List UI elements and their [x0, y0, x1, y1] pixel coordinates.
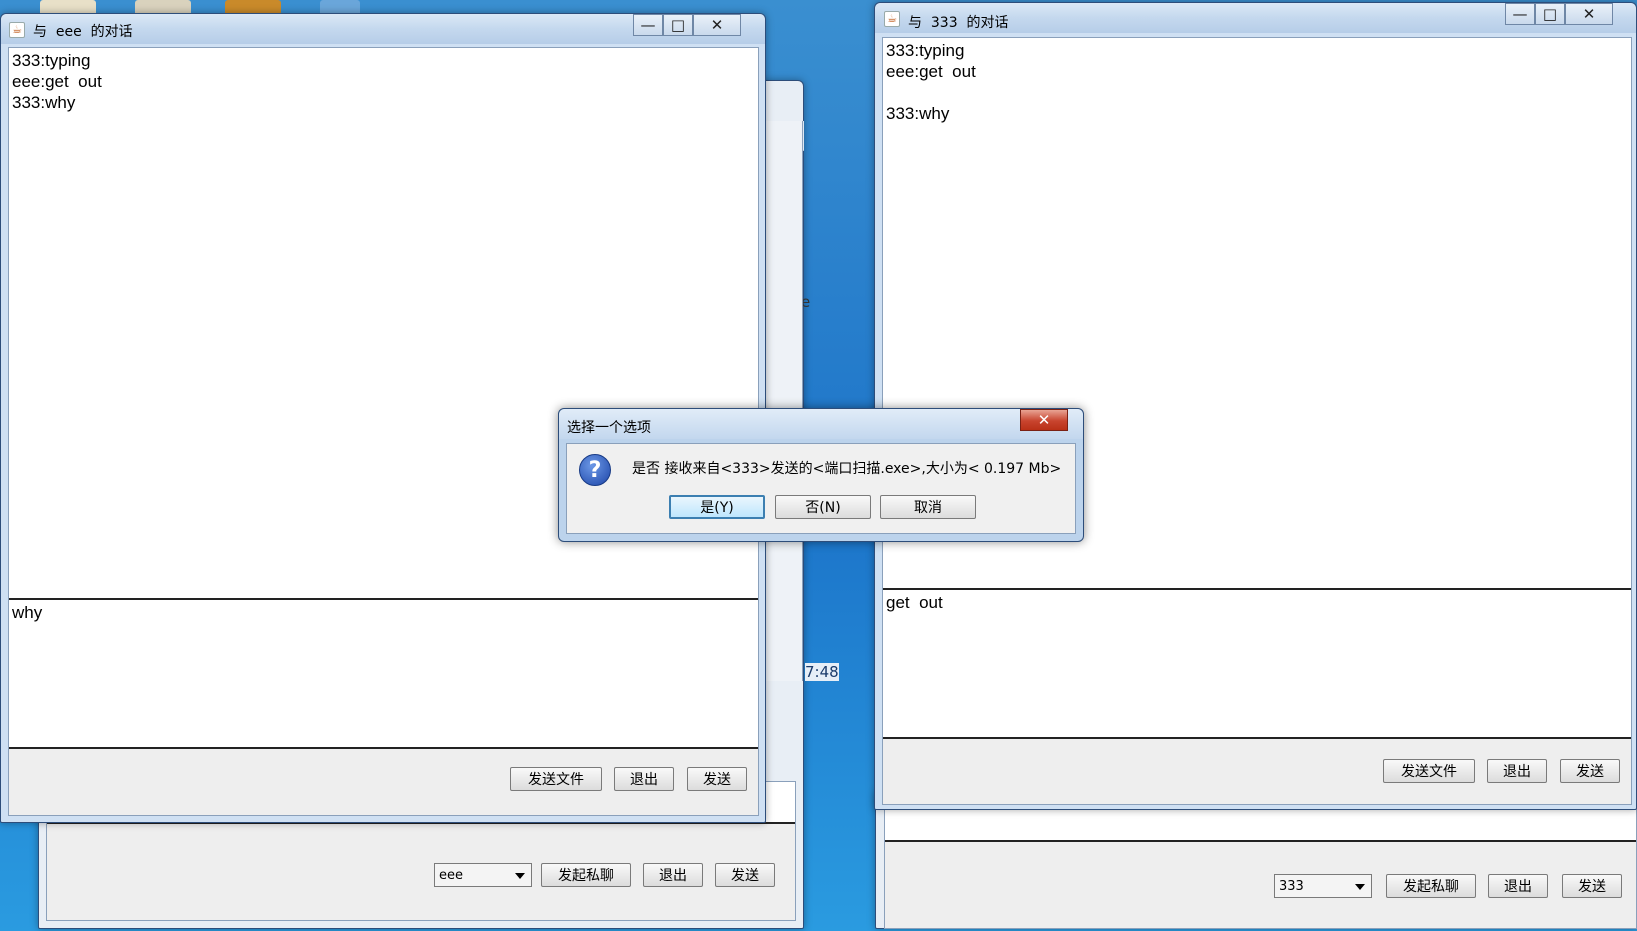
minimize-button[interactable]: —	[1505, 3, 1535, 25]
titlebar[interactable]: ☕ 与 eee 的对话 — □ ✕	[1, 14, 765, 44]
close-button[interactable]: ✕	[1565, 3, 1613, 25]
send-button[interactable]: 发送	[715, 863, 775, 887]
chevron-down-icon	[1355, 884, 1365, 890]
send-button-right[interactable]: 发送	[1562, 874, 1622, 898]
exit-button-right[interactable]: 退出	[1488, 874, 1548, 898]
message-input[interactable]: why	[9, 600, 758, 747]
user-select-dropdown-right[interactable]: 333	[1274, 874, 1372, 898]
exit-button[interactable]: 退出	[643, 863, 703, 887]
right-main-window: 333 发起私聊 退出 发送	[875, 790, 1637, 929]
maximize-button[interactable]: □	[1535, 3, 1565, 25]
send-button[interactable]: 发送	[1560, 759, 1620, 783]
java-app-icon: ☕	[9, 22, 25, 38]
chat-window-333: ☕ 与 333 的对话 — □ ✕ 333:typing eee:get out…	[874, 2, 1637, 810]
user-select-dropdown[interactable]: eee	[434, 863, 532, 887]
chevron-down-icon	[515, 873, 525, 879]
close-button[interactable]: ✕	[693, 14, 741, 36]
right-main-separator	[885, 840, 1636, 842]
dialog-titlebar[interactable]: 选择一个选项 ✕	[559, 409, 1083, 439]
send-file-button[interactable]: 发送文件	[510, 767, 602, 791]
yes-button[interactable]: 是(Y)	[669, 495, 765, 519]
message-input[interactable]: get out	[883, 590, 1631, 737]
window-title: 与 eee 的对话	[33, 24, 133, 40]
left-main-time-fragment: 7:48	[805, 663, 839, 681]
send-button[interactable]: 发送	[687, 767, 747, 791]
private-chat-button-right[interactable]: 发起私聊	[1386, 874, 1476, 898]
titlebar[interactable]: ☕ 与 333 的对话 — □ ✕	[875, 3, 1636, 33]
dialog-window-controls: ✕	[1020, 409, 1068, 431]
no-button[interactable]: 否(N)	[775, 495, 871, 519]
send-file-button[interactable]: 发送文件	[1383, 759, 1475, 783]
user-select-value-right: 333	[1279, 879, 1304, 894]
question-icon: ?	[579, 454, 611, 486]
window-controls: — □ ✕	[1505, 3, 1613, 25]
exit-button[interactable]: 退出	[1487, 759, 1547, 783]
dialog-title: 选择一个选项	[567, 420, 651, 436]
dialog-message: 是否 接收来自<333>发送的<端口扫描.exe>,大小为< 0.197 Mb>	[632, 461, 1062, 477]
private-chat-button[interactable]: 发起私聊	[541, 863, 631, 887]
window-controls: — □ ✕	[633, 14, 741, 36]
user-select-value: eee	[439, 868, 463, 883]
file-receive-dialog: 选择一个选项 ✕ ? 是否 接收来自<333>发送的<端口扫描.exe>,大小为…	[558, 408, 1084, 542]
window-title: 与 333 的对话	[908, 15, 1009, 31]
dialog-client: ? 是否 接收来自<333>发送的<端口扫描.exe>,大小为< 0.197 M…	[566, 443, 1076, 534]
minimize-button[interactable]: —	[633, 14, 663, 36]
exit-button[interactable]: 退出	[614, 767, 674, 791]
input-separator	[883, 737, 1631, 739]
close-button[interactable]: ✕	[1020, 409, 1068, 431]
left-main-inner-window	[765, 121, 803, 681]
maximize-button[interactable]: □	[663, 14, 693, 36]
java-app-icon: ☕	[884, 11, 900, 27]
cancel-button[interactable]: 取消	[880, 495, 976, 519]
right-main-client: 333 发起私聊 退出 发送	[884, 791, 1637, 929]
input-separator	[9, 747, 758, 749]
